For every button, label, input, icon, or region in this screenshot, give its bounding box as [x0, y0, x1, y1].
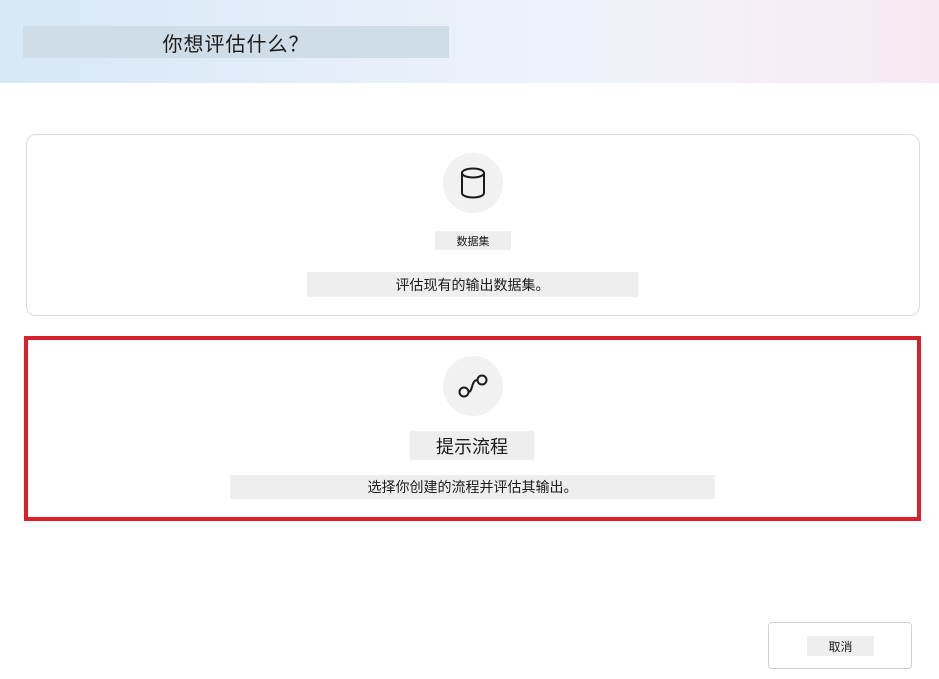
database-icon [461, 167, 485, 199]
option-title: 数据集 [435, 231, 511, 250]
option-title: 提示流程 [410, 431, 534, 460]
option-description: 选择你创建的流程并评估其输出。 [230, 475, 715, 499]
dialog-header: 你想评估什么？ [0, 0, 939, 83]
option-card-prompt-flow[interactable]: 提示流程 选择你创建的流程并评估其输出。 [24, 336, 921, 521]
flow-icon-circle [443, 356, 503, 416]
option-card-dataset[interactable]: 数据集 评估现有的输出数据集。 [26, 134, 920, 316]
cancel-button-label: 取消 [807, 636, 874, 656]
cancel-button[interactable]: 取消 [768, 622, 912, 669]
option-description: 评估现有的输出数据集。 [307, 272, 638, 297]
flow-icon [458, 374, 488, 398]
database-icon-circle [443, 153, 503, 213]
page-title: 你想评估什么？ [23, 26, 449, 58]
